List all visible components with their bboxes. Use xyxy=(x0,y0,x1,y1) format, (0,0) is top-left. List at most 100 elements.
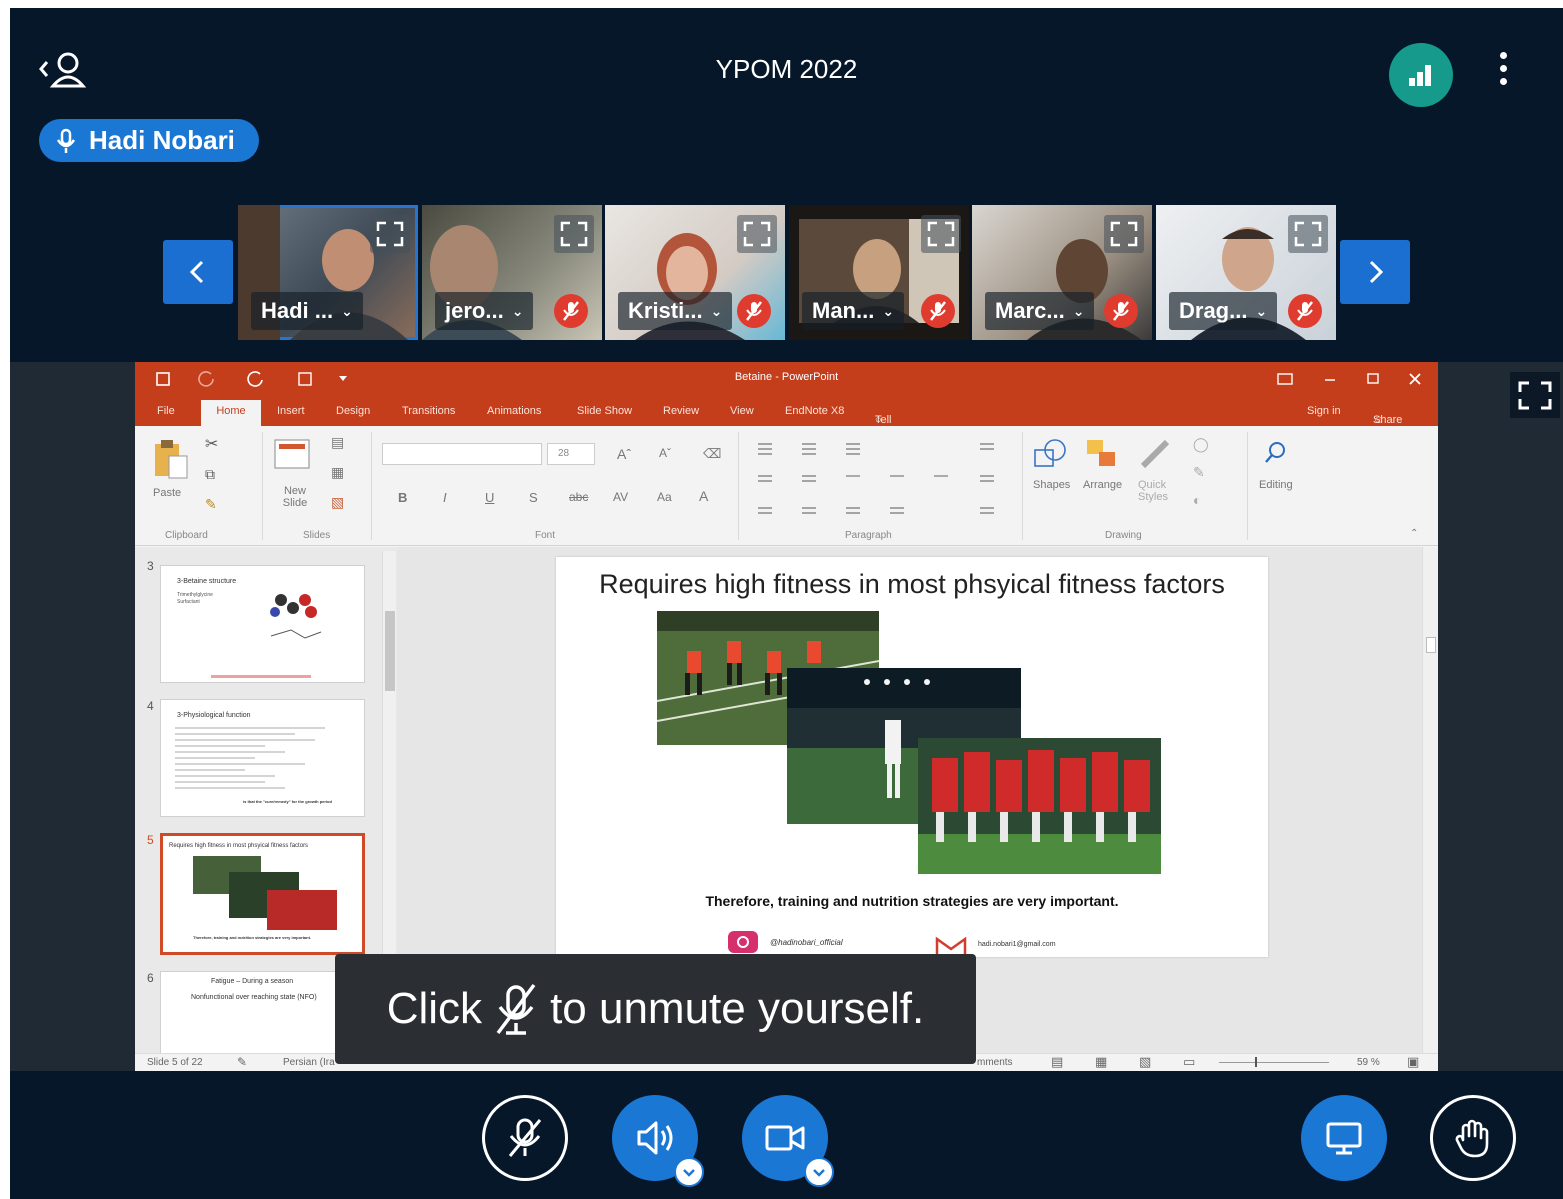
font-color-icon[interactable]: A xyxy=(699,488,708,504)
audio-button[interactable] xyxy=(612,1095,704,1187)
expand-video-button[interactable] xyxy=(370,215,410,253)
shadow-icon[interactable]: S xyxy=(529,490,538,505)
video-tile[interactable]: jero... ⌄ xyxy=(422,205,602,340)
spell-check-icon[interactable]: ✎ xyxy=(237,1055,247,1069)
expand-video-button[interactable] xyxy=(737,215,777,253)
unmute-button[interactable] xyxy=(482,1095,568,1181)
font-family-select[interactable] xyxy=(382,443,542,465)
slide-thumbnail[interactable]: 3-Physiological function is that the "cu… xyxy=(160,699,365,817)
clear-format-icon[interactable]: ⌫ xyxy=(703,446,721,462)
char-spacing-icon[interactable]: AV xyxy=(613,490,628,504)
scrollbar-thumb[interactable] xyxy=(1426,637,1436,653)
camera-settings-button[interactable] xyxy=(804,1157,834,1187)
shape-fill-icon[interactable]: ◯ xyxy=(1193,436,1209,453)
screen-share-button[interactable] xyxy=(1301,1095,1387,1181)
quick-styles-icon[interactable] xyxy=(1137,436,1177,472)
connection-status-button[interactable] xyxy=(1389,43,1453,107)
participant-name-tag[interactable]: Drag... ⌄ xyxy=(1169,292,1278,330)
collapse-ribbon-icon[interactable]: ⌃ xyxy=(1410,528,1418,539)
shape-effects-icon[interactable]: ◐ xyxy=(1193,492,1201,508)
slideshow-icon[interactable]: ▭ xyxy=(1183,1054,1195,1070)
video-tile[interactable]: Kristi... ⌄ xyxy=(605,205,785,340)
participant-name-tag[interactable]: Kristi... ⌄ xyxy=(618,292,733,330)
italic-icon[interactable]: I xyxy=(443,490,447,505)
raise-hand-button[interactable] xyxy=(1430,1095,1516,1181)
ppt-tab-view[interactable]: View xyxy=(730,405,754,417)
ppt-tab-animations[interactable]: Animations xyxy=(487,405,541,417)
participant-name-tag[interactable]: Marc... ⌄ xyxy=(985,292,1095,330)
arrange-icon[interactable] xyxy=(1083,436,1123,472)
change-case-icon[interactable]: Aa xyxy=(657,490,672,504)
grow-font-icon[interactable]: Aˆ xyxy=(617,446,631,462)
ppt-sign-in[interactable]: Sign in xyxy=(1307,405,1341,417)
ppt-tab-slide-show[interactable]: Slide Show xyxy=(577,405,632,417)
ppt-tab-file[interactable]: File xyxy=(157,405,175,417)
talker-name: Hadi Nobari xyxy=(89,125,235,155)
section-icon[interactable]: ▧ xyxy=(331,494,344,511)
fit-to-window-icon[interactable]: ▣ xyxy=(1407,1054,1419,1070)
ppt-group-clipboard: Clipboard xyxy=(165,530,208,541)
ppt-shapes-label: Shapes xyxy=(1033,479,1071,491)
reset-icon[interactable]: ▦ xyxy=(331,464,344,481)
underline-icon[interactable]: U xyxy=(485,490,494,505)
camera-button[interactable] xyxy=(742,1095,834,1187)
expand-icon xyxy=(560,221,588,247)
slide-thumbnail-selected[interactable]: Requires high fitness in most phsyical f… xyxy=(160,833,365,955)
zoom-slider-handle[interactable] xyxy=(1255,1057,1257,1067)
scrollbar-thumb[interactable] xyxy=(385,611,395,691)
zoom-slider[interactable] xyxy=(1219,1062,1329,1063)
shape-outline-icon[interactable]: ✎ xyxy=(1193,464,1205,481)
new-slide-icon[interactable] xyxy=(273,438,313,474)
thumbnail-number: 5 xyxy=(147,833,154,847)
ppt-tab-transitions[interactable]: Transitions xyxy=(402,405,455,417)
video-tile[interactable]: Marc... ⌄ xyxy=(972,205,1152,340)
ppt-group-font: Font xyxy=(535,530,556,541)
expand-video-button[interactable] xyxy=(1104,215,1144,253)
bottom-controls-bar xyxy=(10,1071,1563,1199)
chevron-left-icon xyxy=(189,260,204,284)
options-menu-button[interactable] xyxy=(1488,48,1518,98)
video-tile[interactable]: Hadi ... ⌄ xyxy=(238,205,418,340)
ribbon-divider xyxy=(262,432,263,540)
ppt-editing-label: Editing xyxy=(1259,479,1293,491)
shapes-icon[interactable] xyxy=(1031,436,1071,472)
slide-thumbnail[interactable]: 3-Betaine structure Trimethylglycine Sur… xyxy=(160,565,365,683)
ppt-tab-insert[interactable]: Insert xyxy=(277,405,305,417)
format-painter-icon[interactable]: ✎ xyxy=(205,496,217,513)
participant-name-tag[interactable]: jero... ⌄ xyxy=(435,292,534,330)
participant-name-tag[interactable]: Hadi ... ⌄ xyxy=(251,292,363,330)
presentation-fullscreen-button[interactable] xyxy=(1510,372,1560,418)
slide-sorter-icon[interactable]: ▦ xyxy=(1095,1054,1107,1070)
paragraph-icons[interactable] xyxy=(750,436,1020,526)
normal-view-icon[interactable]: ▤ xyxy=(1051,1054,1063,1070)
next-videos-button[interactable] xyxy=(1340,240,1410,304)
slide-scrollbar[interactable] xyxy=(1422,547,1438,1054)
ppt-tab-review[interactable]: Review xyxy=(663,405,699,417)
ppt-tab-home[interactable]: Home xyxy=(201,400,261,426)
video-tile[interactable]: Drag... ⌄ xyxy=(1156,205,1336,340)
speaker-icon xyxy=(637,1121,673,1155)
ppt-tab-endnote[interactable]: EndNote X8 xyxy=(785,405,844,417)
video-tile[interactable]: Man... ⌄ xyxy=(789,205,969,340)
layout-icon[interactable]: ▤ xyxy=(331,434,344,451)
reading-view-icon[interactable]: ▧ xyxy=(1139,1054,1151,1070)
chevron-down-icon xyxy=(683,1169,695,1177)
comments-button[interactable]: mments xyxy=(977,1057,1013,1068)
cut-icon[interactable]: ✂ xyxy=(205,434,218,454)
muted-icon xyxy=(921,294,955,328)
bold-icon[interactable]: B xyxy=(398,490,407,505)
previous-videos-button[interactable] xyxy=(163,240,233,304)
expand-video-button[interactable] xyxy=(921,215,961,253)
copy-icon[interactable]: ⧉ xyxy=(205,466,215,483)
expand-video-button[interactable] xyxy=(554,215,594,253)
participant-name-tag[interactable]: Man... ⌄ xyxy=(802,292,905,330)
audio-settings-button[interactable] xyxy=(674,1157,704,1187)
paste-icon[interactable] xyxy=(151,438,191,480)
expand-video-button[interactable] xyxy=(1288,215,1328,253)
ppt-tab-design[interactable]: Design xyxy=(336,405,370,417)
search-icon[interactable] xyxy=(1261,438,1291,468)
talking-indicator[interactable]: Hadi Nobari xyxy=(39,119,259,162)
shrink-font-icon[interactable]: Aˇ xyxy=(659,446,671,460)
strikethrough-icon[interactable]: abc xyxy=(569,490,588,504)
font-size-select[interactable]: 28 xyxy=(547,443,595,465)
